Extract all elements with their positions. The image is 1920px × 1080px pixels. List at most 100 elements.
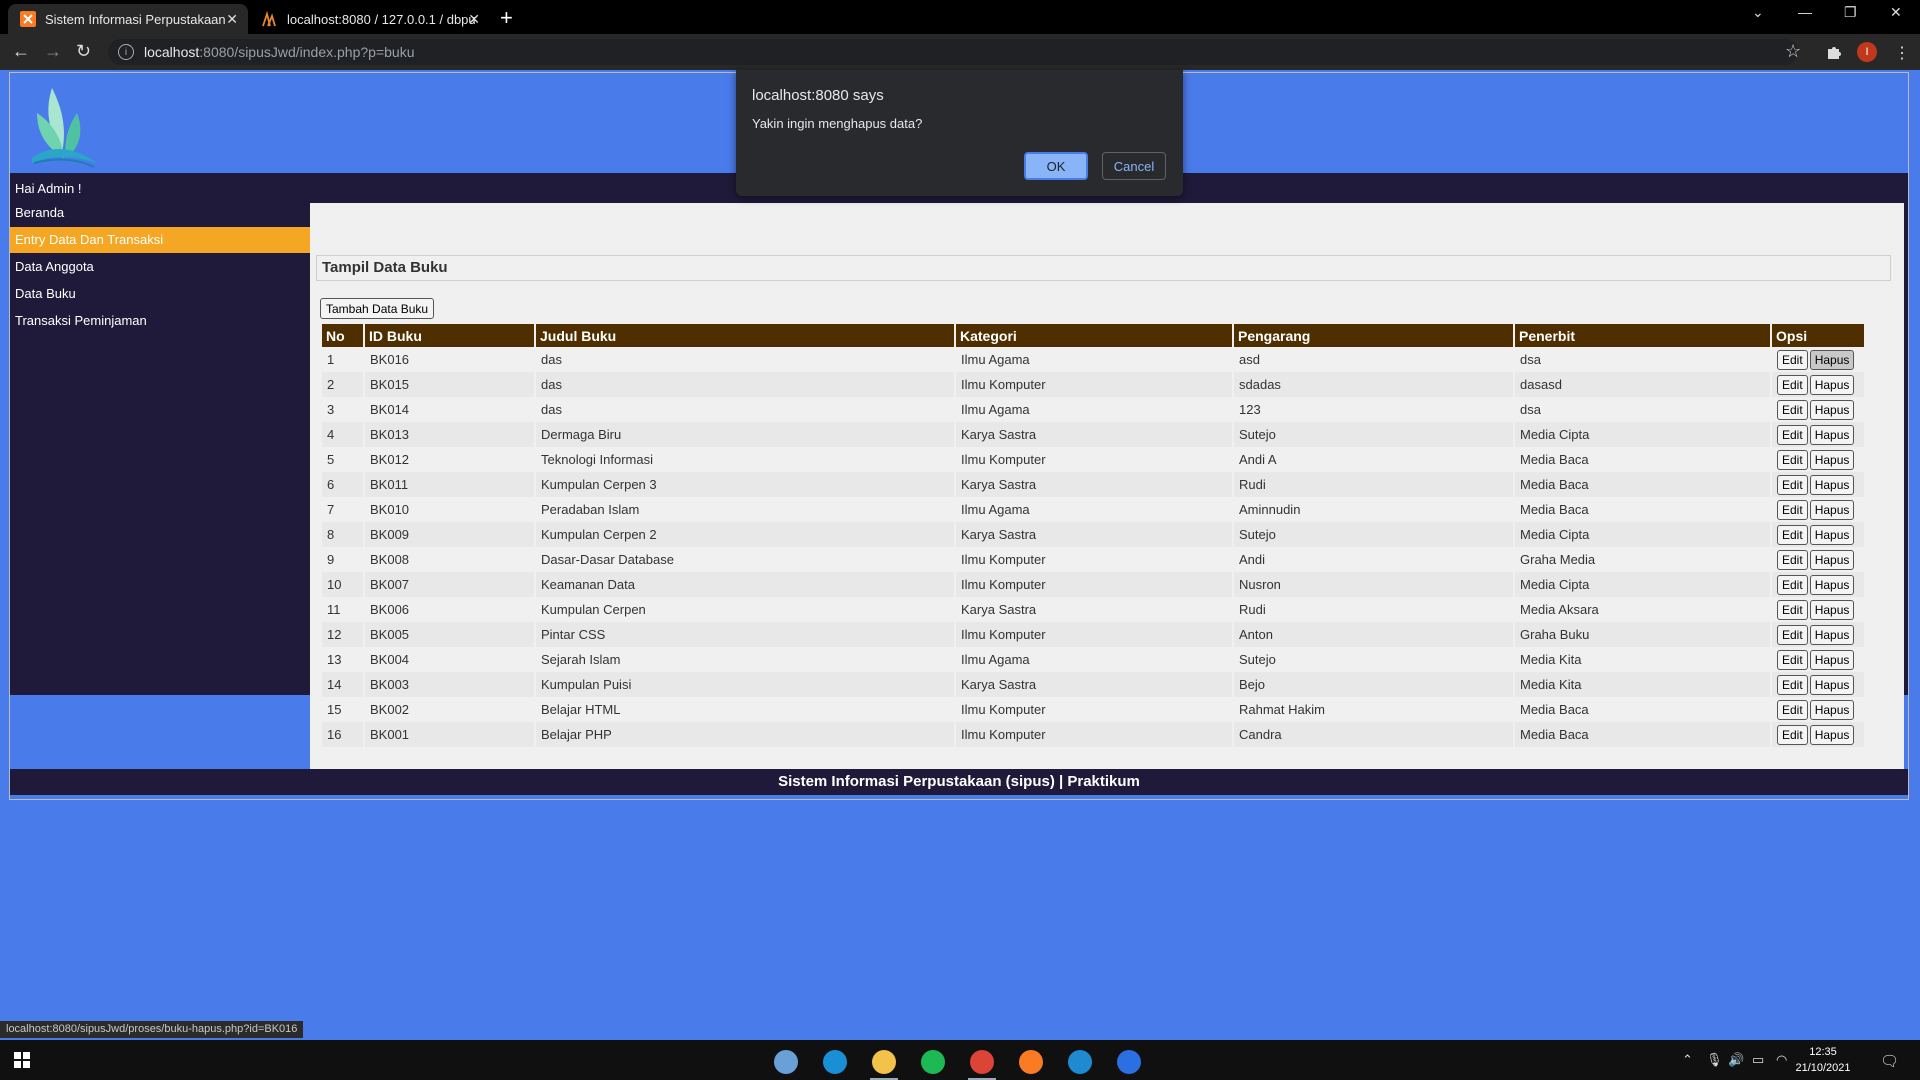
edit-button[interactable]: Edit (1777, 724, 1808, 745)
delete-button[interactable]: Hapus (1809, 649, 1855, 670)
edit-button[interactable]: Edit (1777, 374, 1808, 395)
table-cell: Ilmu Komputer (955, 547, 1234, 572)
tab-search-icon[interactable]: ⌄ (1752, 4, 1764, 21)
table-cell: Dermaga Biru (535, 422, 956, 447)
edit-button[interactable]: Edit (1777, 524, 1808, 545)
edit-button[interactable]: Edit (1777, 674, 1808, 695)
file-explorer-taskbar-button[interactable] (862, 1044, 906, 1080)
maps-taskbar-button[interactable] (1107, 1044, 1151, 1080)
info-icon[interactable]: i (118, 44, 134, 60)
chrome-taskbar-button[interactable] (960, 1044, 1004, 1080)
table-cell: Media Baca (1514, 447, 1772, 472)
notepad-taskbar-button[interactable] (764, 1044, 808, 1080)
delete-button[interactable]: Hapus (1809, 699, 1855, 720)
notifications-icon[interactable]: 🗨 (1880, 1052, 1899, 1070)
table-cell: BK007 (364, 572, 536, 597)
extensions-icon[interactable] (1826, 44, 1842, 60)
forward-icon[interactable]: → (44, 41, 62, 62)
delete-button[interactable]: Hapus (1809, 499, 1855, 520)
sidebar-item-transaksi[interactable]: Transaksi Peminjaman (10, 308, 310, 334)
table-cell: 11 (322, 597, 365, 622)
sidebar-item-beranda[interactable]: Beranda (10, 200, 310, 226)
vscode-taskbar-button[interactable] (1058, 1044, 1102, 1080)
table-cell: das (535, 372, 956, 397)
table-cell: 10 (322, 572, 365, 597)
spotify-taskbar-button[interactable] (911, 1044, 955, 1080)
close-window-icon[interactable]: ✕ (1890, 4, 1902, 21)
delete-button[interactable]: Hapus (1809, 449, 1855, 470)
table-cell: Pintar CSS (535, 622, 956, 647)
delete-button[interactable]: Hapus (1809, 524, 1855, 545)
delete-button[interactable]: Hapus (1809, 474, 1855, 495)
table-cell: Ilmu Komputer (955, 722, 1234, 747)
edit-button[interactable]: Edit (1777, 549, 1808, 570)
xampp-icon (1019, 1050, 1043, 1074)
sidebar-item-data-anggota[interactable]: Data Anggota (10, 254, 310, 280)
edit-button[interactable]: Edit (1777, 499, 1808, 520)
table-cell: Ilmu Agama (955, 397, 1234, 422)
table-cell: Kumpulan Cerpen 3 (535, 472, 956, 497)
close-tab-icon[interactable]: ✕ (226, 11, 238, 28)
table-cell: Belajar PHP (535, 722, 956, 747)
edit-button[interactable]: Edit (1777, 424, 1808, 445)
restore-icon[interactable]: ❐ (1844, 4, 1857, 21)
delete-button[interactable]: Hapus (1809, 574, 1855, 595)
minimize-icon[interactable]: — (1798, 4, 1812, 20)
delete-button[interactable]: Hapus (1809, 674, 1855, 695)
cancel-button[interactable]: Cancel (1102, 152, 1166, 180)
delete-button[interactable]: Hapus (1809, 399, 1855, 420)
tab-sistem-informasi[interactable]: Sistem Informasi Perpustakaan ✕ (8, 4, 248, 34)
tab-phpmyadmin[interactable]: localhost:8080 / 127.0.0.1 / dbpu ✕ (250, 4, 490, 34)
edge-taskbar-button[interactable] (813, 1044, 857, 1080)
sidebar-item-data-buku[interactable]: Data Buku (10, 281, 310, 307)
table-body: 1 BK016 das Ilmu Agama asd dsa Edit Hapus 2 BK015… (322, 347, 1866, 747)
battery-icon[interactable]: ▭ (1752, 1052, 1764, 1068)
bookmark-star-icon[interactable]: ☆ (1785, 41, 1801, 62)
menu-dots-icon[interactable]: ⋮ (1894, 43, 1910, 63)
table-row: 13 BK004 Sejarah Islam Ilmu Agama Sutejo Medi… (322, 647, 1866, 672)
options-cell: Edit Hapus (1771, 447, 1866, 472)
delete-button[interactable]: Hapus (1809, 624, 1855, 645)
table-row: 15 BK002 Belajar HTML Ilmu Komputer Rahmat H… (322, 697, 1866, 722)
back-icon[interactable]: ← (12, 41, 30, 62)
tray-chevron-icon[interactable]: ⌃ (1682, 1052, 1693, 1068)
options-cell: Edit Hapus (1771, 497, 1866, 522)
table-cell: Media Baca (1514, 722, 1772, 747)
delete-button[interactable]: Hapus (1809, 724, 1855, 745)
windows-start-icon[interactable] (14, 1052, 30, 1068)
ok-button[interactable]: OK (1024, 152, 1088, 180)
delete-button[interactable]: Hapus (1809, 374, 1855, 395)
reload-icon[interactable]: ↻ (76, 41, 91, 62)
edit-button[interactable]: Edit (1777, 574, 1808, 595)
edit-button[interactable]: Edit (1777, 349, 1808, 370)
options-cell: Edit Hapus (1771, 647, 1866, 672)
delete-button[interactable]: Hapus (1809, 424, 1855, 445)
edit-button[interactable]: Edit (1777, 449, 1808, 470)
edit-button[interactable]: Edit (1777, 649, 1808, 670)
delete-button[interactable]: Hapus (1809, 599, 1855, 620)
volume-icon[interactable]: 🔊 (1728, 1052, 1744, 1068)
edit-button[interactable]: Edit (1777, 399, 1808, 420)
wifi-icon[interactable]: ◠ (1776, 1052, 1787, 1068)
microphone-icon[interactable]: 🎙 (1706, 1052, 1723, 1068)
address-bar[interactable]: i localhost:8080/sipusJwd/index.php?p=bu… (108, 39, 1798, 65)
table-cell: Graha Media (1514, 547, 1772, 572)
sidebar-item-entry-data[interactable]: Entry Data Dan Transaksi (10, 227, 310, 253)
profile-avatar[interactable]: I (1857, 42, 1877, 62)
add-book-button[interactable]: Tambah Data Buku (320, 298, 435, 319)
table-cell: Peradaban Islam (535, 497, 956, 522)
close-tab-icon[interactable]: ✕ (468, 11, 480, 28)
xampp-taskbar-button[interactable] (1009, 1044, 1053, 1080)
taskbar-clock[interactable]: 12:35 21/10/2021 (1788, 1044, 1858, 1076)
edit-button[interactable]: Edit (1777, 474, 1808, 495)
table-cell: BK006 (364, 597, 536, 622)
edit-button[interactable]: Edit (1777, 624, 1808, 645)
table-row: 14 BK003 Kumpulan Puisi Karya Sastra Bejo Med… (322, 672, 1866, 697)
edit-button[interactable]: Edit (1777, 699, 1808, 720)
edit-button[interactable]: Edit (1777, 599, 1808, 620)
table-cell: Media Cipta (1514, 422, 1772, 447)
col-header: No (322, 324, 365, 347)
delete-button[interactable]: Hapus (1809, 549, 1855, 570)
new-tab-icon[interactable]: + (500, 5, 513, 31)
delete-button[interactable]: Hapus (1809, 349, 1855, 370)
